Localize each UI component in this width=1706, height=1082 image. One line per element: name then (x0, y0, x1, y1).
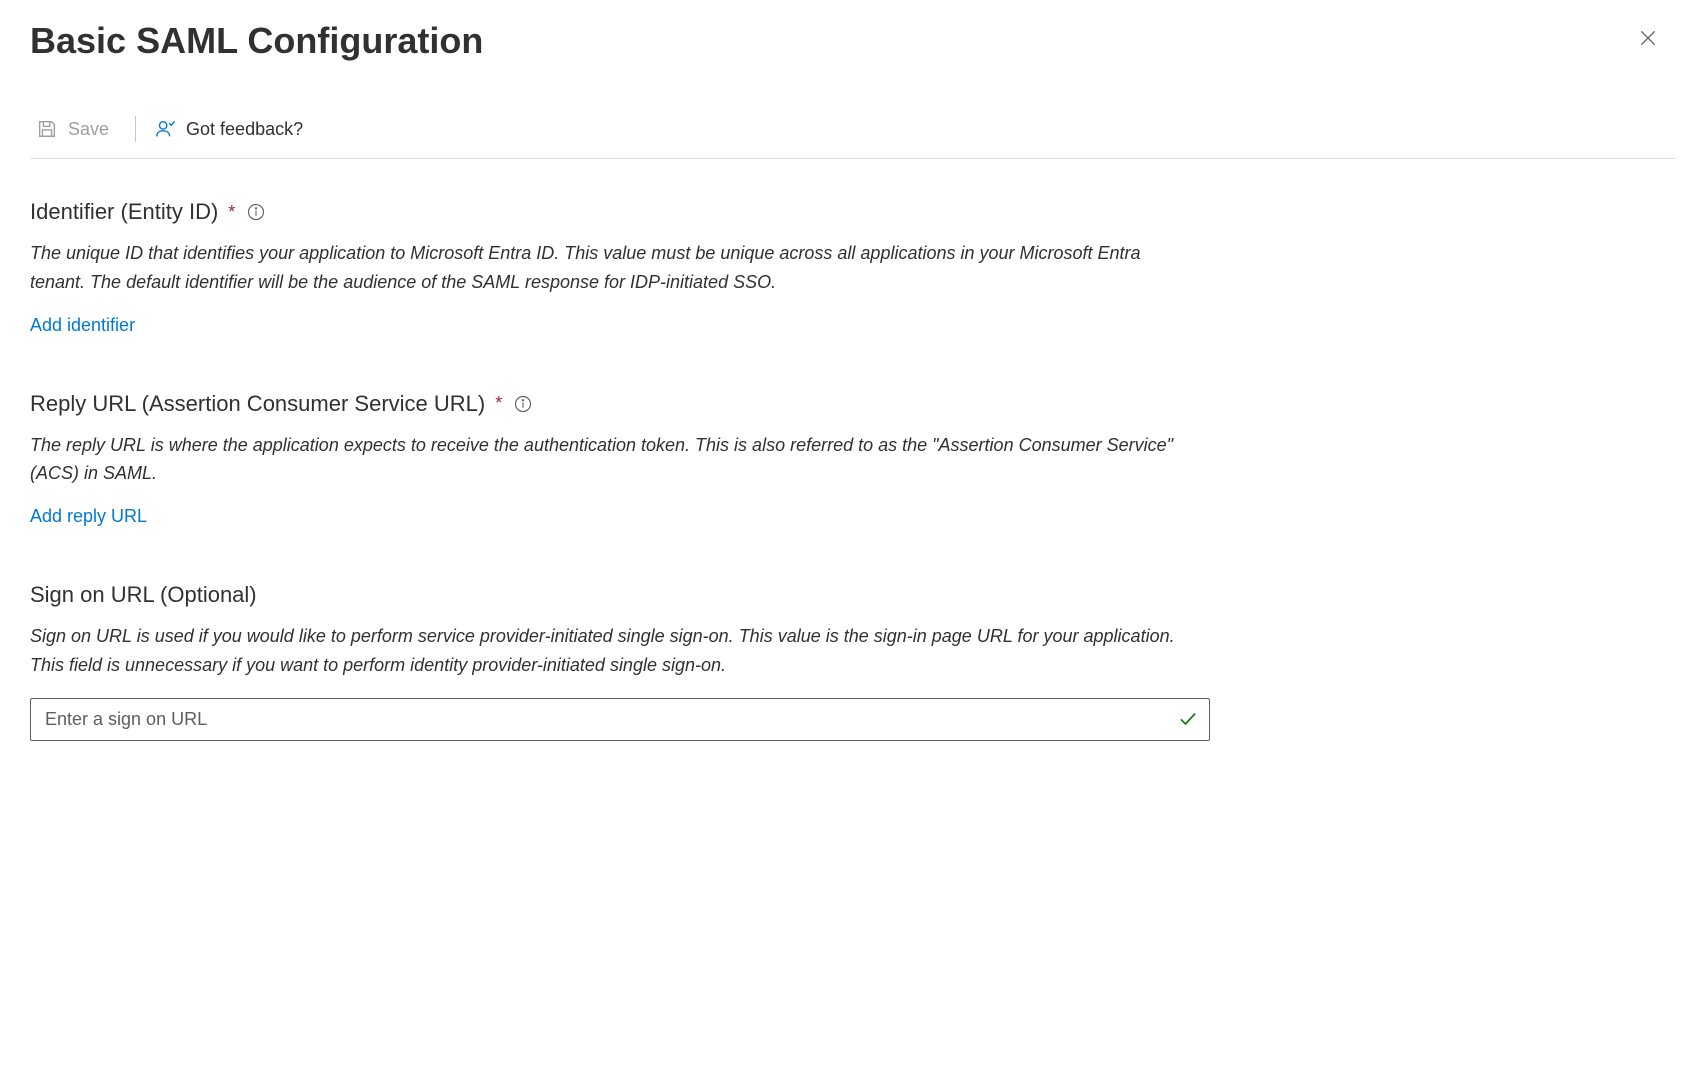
identifier-section: Identifier (Entity ID) * The unique ID t… (30, 199, 1676, 336)
required-indicator: * (228, 202, 235, 223)
feedback-button-label: Got feedback? (186, 119, 303, 140)
reply-url-section: Reply URL (Assertion Consumer Service UR… (30, 391, 1676, 528)
checkmark-icon (1178, 709, 1198, 729)
sign-on-url-title: Sign on URL (Optional) (30, 582, 257, 608)
feedback-icon (154, 118, 176, 140)
close-icon (1638, 28, 1658, 48)
identifier-description: The unique ID that identifies your appli… (30, 239, 1190, 297)
save-button-label: Save (68, 119, 109, 140)
reply-url-description: The reply URL is where the application e… (30, 431, 1190, 489)
identifier-title: Identifier (Entity ID) (30, 199, 218, 225)
info-icon[interactable] (247, 203, 265, 221)
required-indicator: * (495, 393, 502, 414)
add-identifier-link[interactable]: Add identifier (30, 315, 135, 336)
close-button[interactable] (1630, 20, 1666, 60)
sign-on-url-input[interactable] (30, 698, 1210, 741)
save-button[interactable]: Save (30, 112, 123, 146)
sign-on-url-section: Sign on URL (Optional) Sign on URL is us… (30, 582, 1676, 741)
toolbar-divider (135, 116, 136, 142)
toolbar: Save Got feedback? (30, 112, 1676, 159)
reply-url-title: Reply URL (Assertion Consumer Service UR… (30, 391, 485, 417)
page-title: Basic SAML Configuration (30, 20, 483, 62)
add-reply-url-link[interactable]: Add reply URL (30, 506, 147, 527)
sign-on-url-description: Sign on URL is used if you would like to… (30, 622, 1190, 680)
save-icon (36, 118, 58, 140)
info-icon[interactable] (514, 395, 532, 413)
feedback-button[interactable]: Got feedback? (148, 112, 317, 146)
